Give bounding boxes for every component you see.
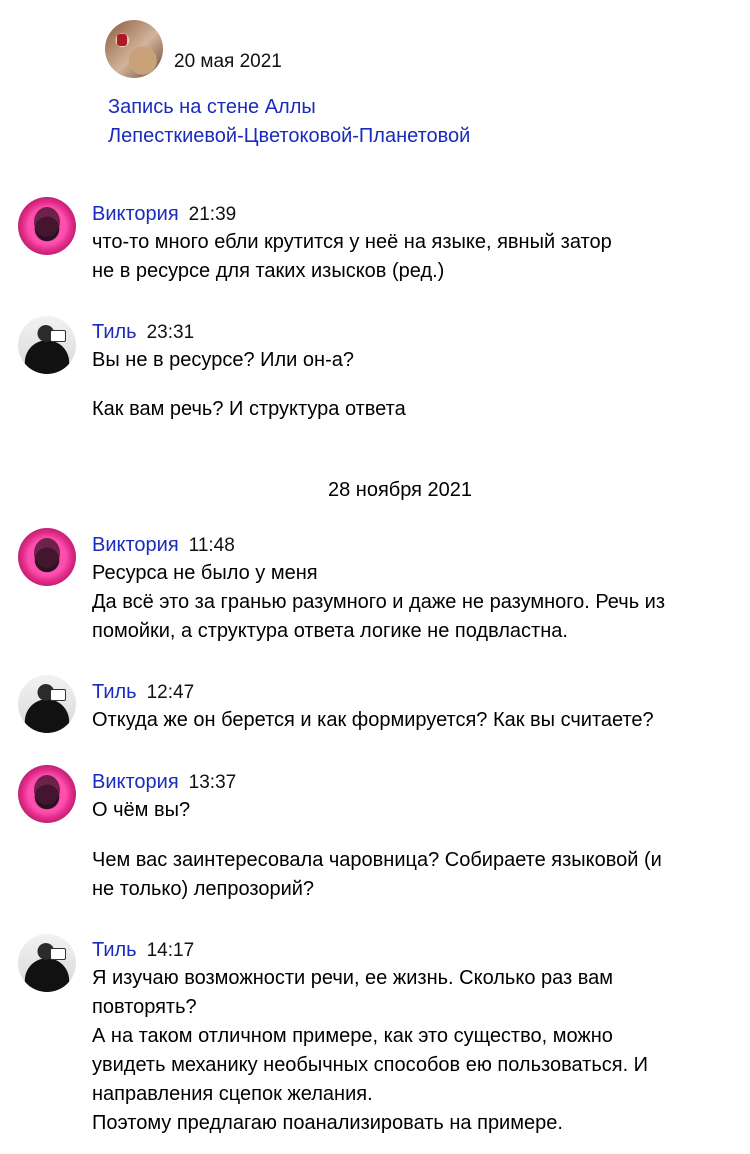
author-name[interactable]: Виктория xyxy=(92,771,179,793)
til-avatar[interactable] xyxy=(18,316,76,374)
post-link-line1[interactable]: Запись на стене Аллы xyxy=(108,93,316,122)
message-time: 21:39 xyxy=(188,204,237,225)
message-time: 13:37 xyxy=(188,772,237,793)
message-text: помойки, а структура ответа логике не по… xyxy=(92,620,568,642)
til-avatar[interactable] xyxy=(18,934,76,992)
viktoria-avatar[interactable] xyxy=(18,528,76,586)
message-header: Виктория 13:37 xyxy=(92,771,236,794)
message-time: 11:48 xyxy=(188,535,235,556)
message-header: Тиль 14:17 xyxy=(92,939,194,962)
message-text: Ресурса не было у меня xyxy=(92,562,318,584)
message-header: Виктория 11:48 xyxy=(92,534,235,557)
message-header: Виктория 21:39 xyxy=(92,203,236,226)
message-text: А на таком отличном примере, как это сущ… xyxy=(92,1025,613,1047)
author-name[interactable]: Тиль xyxy=(92,321,137,343)
message-text: Чем вас заинтересовала чаровница? Собира… xyxy=(92,849,662,871)
message-text: Я изучаю возможности речи, ее жизнь. Ско… xyxy=(92,967,614,989)
viktoria-avatar[interactable] xyxy=(18,765,76,823)
til-avatar[interactable] xyxy=(18,675,76,733)
post-author-avatar[interactable] xyxy=(105,20,163,78)
message-text: что-то много ебли крутится у неё на язык… xyxy=(92,231,612,253)
post-date: 20 мая 2021 xyxy=(174,51,282,72)
message-header: Тиль 23:31 xyxy=(92,321,194,344)
message-time: 14:17 xyxy=(146,940,195,961)
message-text: Откуда же он берется и как формируется? … xyxy=(92,709,654,731)
date-separator: 28 ноября 2021 xyxy=(327,479,473,501)
message-text: Вы не в ресурсе? Или он-а? xyxy=(92,349,354,371)
post-link-line2[interactable]: Лепесткиевой-Цветоковой-Планетовой xyxy=(108,122,470,151)
message-text: не только) лепрозорий? xyxy=(92,878,315,900)
message-text: не в ресурсе для таких изысков (ред.) xyxy=(92,260,445,282)
author-name[interactable]: Виктория xyxy=(92,203,179,225)
message-header: Тиль 12:47 xyxy=(92,681,194,704)
message-text: Поэтому предлагаю поанализировать на при… xyxy=(92,1112,563,1134)
message-text: повторять? xyxy=(92,996,197,1018)
message-time: 23:31 xyxy=(146,322,195,343)
message-text: Как вам речь? И структура ответа xyxy=(92,398,406,420)
author-name[interactable]: Виктория xyxy=(92,534,179,556)
message-text: Да всё это за гранью разумного и даже не… xyxy=(92,591,666,613)
author-name[interactable]: Тиль xyxy=(92,681,137,703)
message-text: направления сцепок желания. xyxy=(92,1083,373,1105)
message-text: О чём вы? xyxy=(92,799,191,821)
message-text: увидеть механику необычных способов ею п… xyxy=(92,1054,649,1076)
author-name[interactable]: Тиль xyxy=(92,939,137,961)
viktoria-avatar[interactable] xyxy=(18,197,76,255)
message-time: 12:47 xyxy=(146,682,195,703)
